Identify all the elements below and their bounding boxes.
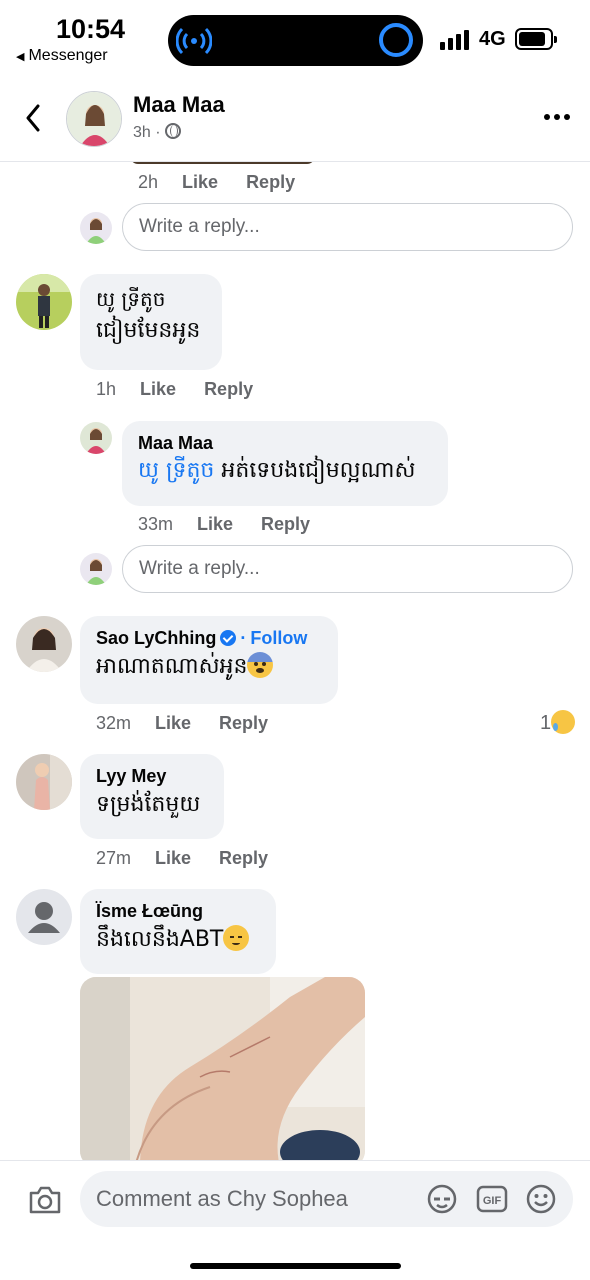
avatar[interactable]	[16, 616, 72, 672]
comment-text: នឹងលេនឹងABT	[96, 923, 260, 957]
previous-attachment	[130, 162, 315, 164]
avatar	[80, 553, 112, 585]
svg-text:GIF: GIF	[483, 1195, 502, 1207]
broadcast-icon	[176, 27, 212, 55]
post-meta: 3h ·	[133, 123, 181, 142]
mention-link[interactable]: យូ ទ្រីតូច	[138, 458, 214, 483]
avatar[interactable]	[16, 754, 72, 810]
status-bar: 10:54 ◀ Messenger 4G	[0, 0, 590, 80]
comment-placeholder: Comment as Chy Sophea	[96, 1186, 348, 1211]
like-button[interactable]: Like	[182, 172, 218, 192]
reaction-count: 1	[540, 712, 552, 734]
reaction-summary[interactable]: 1	[540, 710, 576, 735]
default-avatar[interactable]	[16, 889, 72, 945]
comment-author[interactable]: Maa Maa	[138, 431, 432, 455]
reply-bubble: Maa Maa យូ ទ្រីតូច អត់ទេបងជៀមល្អណាស់	[122, 421, 448, 506]
comment-author[interactable]: យូ ទ្រីតូច	[96, 284, 206, 314]
like-button[interactable]: Like	[155, 848, 191, 868]
meta-separator: ·	[155, 124, 161, 141]
post-time: 3h	[133, 124, 151, 141]
comment-bubble: Lyy Mey ទម្រង់តែមួយ	[80, 754, 224, 839]
emoji-icon[interactable]	[525, 1183, 557, 1215]
comment-author[interactable]: Ïsme Łœūng	[96, 899, 260, 923]
back-to-app-link[interactable]: ◀ Messenger	[16, 47, 108, 65]
comment-author[interactable]: Sao LyChhing	[96, 628, 216, 648]
comment-input[interactable]: Comment as Chy Sophea GIF	[80, 1171, 573, 1227]
like-button[interactable]: Like	[155, 713, 191, 733]
camera-icon[interactable]	[28, 1185, 62, 1215]
avatar[interactable]	[66, 91, 122, 147]
comment-bubble: យូ ទ្រីតូច ជៀមមែនអូន	[80, 274, 222, 370]
comment-text: ជៀមមែនអូន	[96, 318, 201, 343]
comment-text-body: នឹងលេនឹងABT	[96, 927, 224, 952]
reply-button[interactable]: Reply	[246, 172, 295, 192]
page-title[interactable]: Maa Maa	[133, 92, 225, 118]
comment-bubble: Sao LyChhing · Follow អាណាតណាស់អូន	[80, 616, 338, 704]
reply-input[interactable]: Write a reply...	[122, 203, 573, 251]
comment-time: 32m	[96, 713, 132, 733]
comment-time: 1h	[96, 379, 117, 399]
reply-button[interactable]: Reply	[219, 713, 268, 733]
comment-time: 27m	[96, 848, 132, 868]
person-icon	[16, 889, 72, 945]
comments-list: 2h Like Reply Write a reply... យូ ទ្រីតូច …	[0, 162, 590, 1160]
back-arrow-icon[interactable]	[20, 100, 50, 136]
globe-icon	[164, 123, 181, 139]
more-options-icon[interactable]	[544, 114, 572, 122]
comment-text-body: អាណាតណាស់អូន	[96, 654, 248, 679]
comment-actions: 32m Like Reply	[96, 713, 296, 734]
comment-text: ទម្រង់តែមួយ	[96, 792, 201, 817]
back-triangle-icon: ◀	[16, 51, 25, 63]
comment-text: អាណាតណាស់អូន	[96, 650, 322, 684]
comment-bubble: Ïsme Łœūng នឹងលេនឹងABT	[80, 889, 276, 974]
name-separator: ·	[240, 628, 247, 648]
cellular-signal-icon	[440, 30, 470, 50]
comment-actions: 27m Like Reply	[96, 848, 296, 869]
reply-button[interactable]: Reply	[261, 514, 310, 534]
avatar[interactable]	[16, 274, 72, 330]
network-type: 4G	[479, 28, 506, 50]
reply-button[interactable]: Reply	[204, 379, 253, 399]
avatar-sticker-icon[interactable]	[426, 1183, 458, 1215]
fearful-face-icon	[247, 652, 274, 678]
crying-face-icon	[551, 710, 576, 734]
comment-actions: 1h Like Reply	[96, 379, 281, 400]
comment-composer: Comment as Chy Sophea GIF	[0, 1160, 590, 1280]
comment-author-row: Sao LyChhing · Follow	[96, 626, 322, 650]
battery-icon	[515, 28, 557, 50]
comment-photo[interactable]	[80, 977, 365, 1160]
gif-icon[interactable]: GIF	[476, 1183, 508, 1215]
status-time: 10:54	[56, 14, 126, 44]
comment-time: 2h	[138, 172, 159, 192]
comment-time: 33m	[138, 514, 174, 534]
relieved-face-icon	[223, 925, 250, 951]
avatar	[80, 212, 112, 244]
avatar[interactable]	[80, 422, 112, 454]
follow-button[interactable]: Follow	[250, 628, 307, 648]
back-app-label: Messenger	[28, 47, 108, 64]
prev-reply-actions: 2h Like Reply	[138, 172, 323, 193]
reply-actions: 33m Like Reply	[138, 514, 338, 535]
post-header: Maa Maa 3h ·	[0, 80, 590, 162]
like-button[interactable]: Like	[197, 514, 233, 534]
reply-text: អត់ទេបងជៀមល្អណាស់	[214, 458, 416, 483]
comment-author[interactable]: Lyy Mey	[96, 764, 208, 788]
progress-ring-icon	[379, 23, 413, 57]
verified-badge-icon	[220, 630, 237, 646]
dynamic-island	[168, 15, 423, 66]
home-indicator[interactable]	[190, 1263, 401, 1269]
reply-input[interactable]: Write a reply...	[122, 545, 573, 593]
like-button[interactable]: Like	[140, 379, 176, 399]
comment-text: យូ ទ្រីតូច អត់ទេបងជៀមល្អណាស់	[138, 455, 432, 487]
reply-button[interactable]: Reply	[219, 848, 268, 868]
